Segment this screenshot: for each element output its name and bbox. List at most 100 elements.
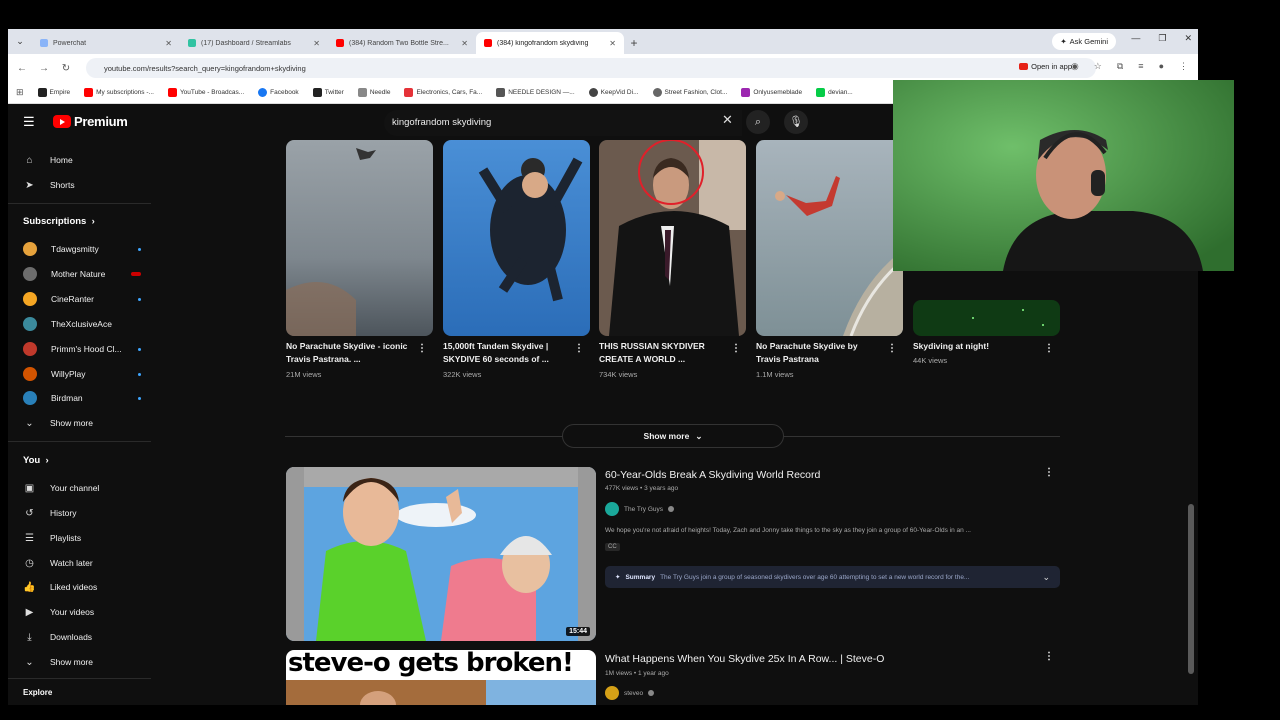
subscription-item[interactable]: CineRanter: [23, 291, 141, 307]
avatar: [23, 267, 37, 281]
tab-kingofrandom-skydiving[interactable]: (384) kingofrandom skydiving ✕: [476, 32, 624, 54]
eye-slash-icon[interactable]: ◉: [1071, 61, 1079, 72]
close-tab-icon[interactable]: ✕: [165, 39, 172, 48]
subscriptions-heading[interactable]: Subscriptions ›: [23, 216, 95, 227]
search-button[interactable]: ⌕: [746, 110, 770, 134]
search-input[interactable]: kingofrandom skydiving: [384, 110, 742, 136]
extensions-icon[interactable]: ⧉: [1117, 61, 1123, 72]
ai-summary-bar[interactable]: ✦ Summary The Try Guys join a group of s…: [605, 566, 1060, 588]
bookmark-item[interactable]: Empire: [37, 88, 70, 97]
bookmark-item[interactable]: Electronics, Cars, Fa...: [404, 88, 482, 97]
more-options-icon[interactable]: ⋮: [417, 343, 427, 354]
back-arrow-icon[interactable]: ←: [16, 63, 28, 74]
tab-powerchat[interactable]: Powerchat ✕: [32, 32, 180, 54]
short-title[interactable]: THIS RUSSIAN SKYDIVER CREATE A WORLD ...: [599, 340, 724, 366]
bookmark-item[interactable]: My subscriptions -...: [84, 88, 154, 97]
sidebar-item-your-videos[interactable]: ▶ Your videos: [23, 604, 141, 620]
short-thumbnail[interactable]: [286, 140, 433, 336]
short-title[interactable]: 15,000ft Tandem Skydive | SKYDIVE 60 sec…: [443, 340, 568, 366]
profile-icon[interactable]: ●: [1159, 61, 1164, 72]
more-options-icon[interactable]: ⋮: [887, 343, 897, 354]
tab-search-icon[interactable]: ⌄: [8, 29, 32, 54]
bookmark-item[interactable]: YouTube - Broadcas...: [167, 88, 244, 97]
channel-link[interactable]: steveo: [605, 686, 655, 700]
reload-icon[interactable]: ↻: [60, 63, 72, 74]
sidebar-item-history[interactable]: ↺ History: [23, 505, 141, 521]
close-tab-icon[interactable]: ✕: [313, 39, 320, 48]
show-more-button[interactable]: Show more ⌄: [562, 424, 784, 448]
page-scrollbar[interactable]: [1188, 504, 1194, 674]
bookmark-item[interactable]: Facebook: [258, 88, 299, 97]
bookmark-item[interactable]: devian...: [816, 88, 853, 97]
new-content-dot: [138, 247, 141, 251]
subscription-item[interactable]: Tdawgsmitty: [23, 241, 141, 257]
short-thumbnail[interactable]: [599, 140, 746, 336]
tab-streamlabs[interactable]: (17) Dashboard / Streamlabs ✕: [180, 32, 328, 54]
hamburger-menu-icon[interactable]: ☰: [23, 114, 37, 130]
bookmark-item[interactable]: Street Fashion, Clot...: [652, 88, 727, 97]
video-title[interactable]: What Happens When You Skydive 25x In A R…: [605, 653, 884, 665]
chevron-right-icon: ›: [42, 455, 49, 466]
minimize-icon[interactable]: —: [1131, 33, 1140, 44]
sidebar-item-playlists[interactable]: ☰ Playlists: [23, 530, 141, 546]
show-more-you[interactable]: ⌄ Show more: [23, 654, 141, 670]
voice-search-button[interactable]: 🎙: [784, 110, 808, 134]
more-options-icon[interactable]: ⋮: [731, 343, 741, 354]
more-options-icon[interactable]: ⋮: [1044, 467, 1054, 478]
restore-icon[interactable]: ❐: [1158, 33, 1166, 44]
chevron-down-icon: ⌄: [25, 417, 34, 429]
subscription-item[interactable]: TheXclusiveAce: [23, 316, 141, 332]
sidebar-item-downloads[interactable]: ⤓ Downloads: [23, 629, 141, 645]
subscription-item[interactable]: Birdman: [23, 390, 141, 406]
new-tab-icon[interactable]: +: [624, 32, 644, 54]
sidebar-item-shorts[interactable]: ➤ Shorts: [23, 177, 141, 193]
ask-gemini-button[interactable]: ✦ Ask Gemini: [1052, 33, 1116, 50]
subscription-item[interactable]: WillyPlay: [23, 366, 141, 382]
streamlabs-favicon-icon: [188, 39, 196, 47]
sidebar-item-label: Watch later: [50, 558, 93, 568]
sidebar-item-liked-videos[interactable]: 👍 Liked videos: [23, 579, 141, 595]
bookmark-item[interactable]: NEEDLE DESIGN —...: [496, 88, 575, 97]
short-title[interactable]: No Parachute Skydive - iconic Travis Pas…: [286, 340, 411, 366]
bookmark-item[interactable]: Needle: [357, 88, 390, 97]
apps-grid-icon[interactable]: ⊞: [16, 87, 24, 98]
sidebar-item-your-channel[interactable]: ▣ Your channel: [23, 480, 141, 496]
address-bar[interactable]: youtube.com/results?search_query=kingofr…: [86, 58, 1096, 78]
sidebar-item-watch-later[interactable]: ◷ Watch later: [23, 555, 141, 571]
more-options-icon[interactable]: ⋮: [1044, 343, 1054, 354]
bookmark-item[interactable]: Onlyusemeblade: [741, 88, 802, 97]
short-thumbnail[interactable]: [756, 140, 903, 336]
subscription-item[interactable]: Primm's Hood Cl...: [23, 341, 141, 357]
bookmark-star-icon[interactable]: ☆: [1094, 61, 1102, 72]
short-thumbnail[interactable]: [443, 140, 590, 336]
more-options-icon[interactable]: ⋮: [1044, 651, 1054, 662]
close-tab-icon[interactable]: ✕: [461, 39, 468, 48]
you-heading[interactable]: You ›: [23, 455, 49, 466]
open-in-app-button[interactable]: Open in app: [1019, 62, 1072, 71]
youtube-premium-logo[interactable]: Premium: [53, 114, 128, 129]
close-tab-icon[interactable]: ✕: [609, 39, 616, 48]
more-options-icon[interactable]: ⋮: [574, 343, 584, 354]
channel-link[interactable]: The Try Guys: [605, 502, 675, 516]
show-more-subscriptions[interactable]: ⌄ Show more: [23, 415, 141, 431]
bookmark-item[interactable]: Twitter: [312, 88, 344, 97]
media-icon[interactable]: ≡: [1138, 61, 1143, 72]
video-thumbnail[interactable]: 15:44: [286, 467, 596, 641]
tab-random-two-bottle[interactable]: (384) Random Two Bottle Stre... ✕: [328, 32, 476, 54]
bookmark-favicon-icon: [312, 88, 322, 97]
chevron-down-icon[interactable]: ⌄: [1042, 572, 1050, 583]
close-window-icon[interactable]: ✕: [1184, 33, 1192, 44]
channel-avatar: [605, 502, 619, 516]
short-thumbnail[interactable]: [913, 300, 1060, 336]
bookmark-item[interactable]: KeepVid Di...: [588, 88, 639, 97]
clear-search-icon[interactable]: ✕: [722, 112, 733, 128]
subscription-item[interactable]: Mother Nature: [23, 266, 141, 282]
video-title[interactable]: 60-Year-Olds Break A Skydiving World Rec…: [605, 469, 820, 481]
short-title[interactable]: No Parachute Skydive by Travis Pastrana: [756, 340, 881, 366]
forward-arrow-icon[interactable]: →: [38, 63, 50, 74]
video-description: We hope you're not afraid of heights! To…: [605, 527, 971, 534]
menu-kebab-icon[interactable]: ⋮: [1179, 61, 1188, 72]
short-title[interactable]: Skydiving at night!: [913, 340, 1038, 353]
video-thumbnail[interactable]: steve-o gets broken!: [286, 650, 596, 705]
sidebar-item-home[interactable]: ⌂ Home: [23, 152, 141, 168]
